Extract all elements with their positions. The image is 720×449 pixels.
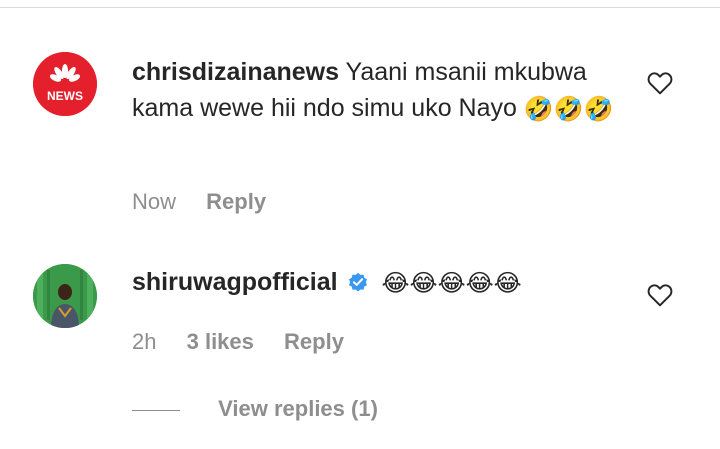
avatar-label: NEWS bbox=[47, 89, 83, 103]
comment-meta: 2h 3 likes Reply bbox=[132, 329, 368, 355]
comment-body: chrisdizainanews Yaani msanii mkubwa kam… bbox=[132, 54, 622, 127]
avatar[interactable]: NEWS bbox=[33, 52, 97, 116]
view-replies-label[interactable]: View replies (1) bbox=[218, 396, 378, 421]
comment-emojis: 😂😂😂😂😂 bbox=[381, 269, 522, 297]
comment-time: 2h bbox=[132, 329, 157, 354]
profile-photo-icon bbox=[33, 264, 97, 328]
likes-count[interactable]: 3 likes bbox=[187, 329, 254, 354]
avatar[interactable] bbox=[33, 264, 97, 328]
view-replies-divider bbox=[132, 409, 180, 411]
heart-outline-icon[interactable] bbox=[647, 283, 673, 307]
top-divider bbox=[0, 0, 720, 8]
heart-outline-icon[interactable] bbox=[647, 71, 673, 95]
verified-badge-icon bbox=[348, 272, 367, 292]
reply-button[interactable]: Reply bbox=[206, 189, 266, 214]
comment-time: Now bbox=[132, 189, 177, 214]
comment-username[interactable]: shiruwagpofficial bbox=[132, 268, 338, 296]
reply-button[interactable]: Reply bbox=[284, 329, 344, 354]
comment-meta: Now Reply bbox=[132, 189, 290, 215]
comment-username[interactable]: chrisdizainanews bbox=[132, 58, 339, 86]
view-replies-button[interactable]: View replies (1) bbox=[132, 396, 378, 422]
comment-body: shiruwagpofficial 😂😂😂😂😂 bbox=[132, 264, 632, 301]
comment-emojis: 🤣🤣🤣 bbox=[523, 95, 614, 123]
news-logo-icon: NEWS bbox=[33, 52, 97, 116]
